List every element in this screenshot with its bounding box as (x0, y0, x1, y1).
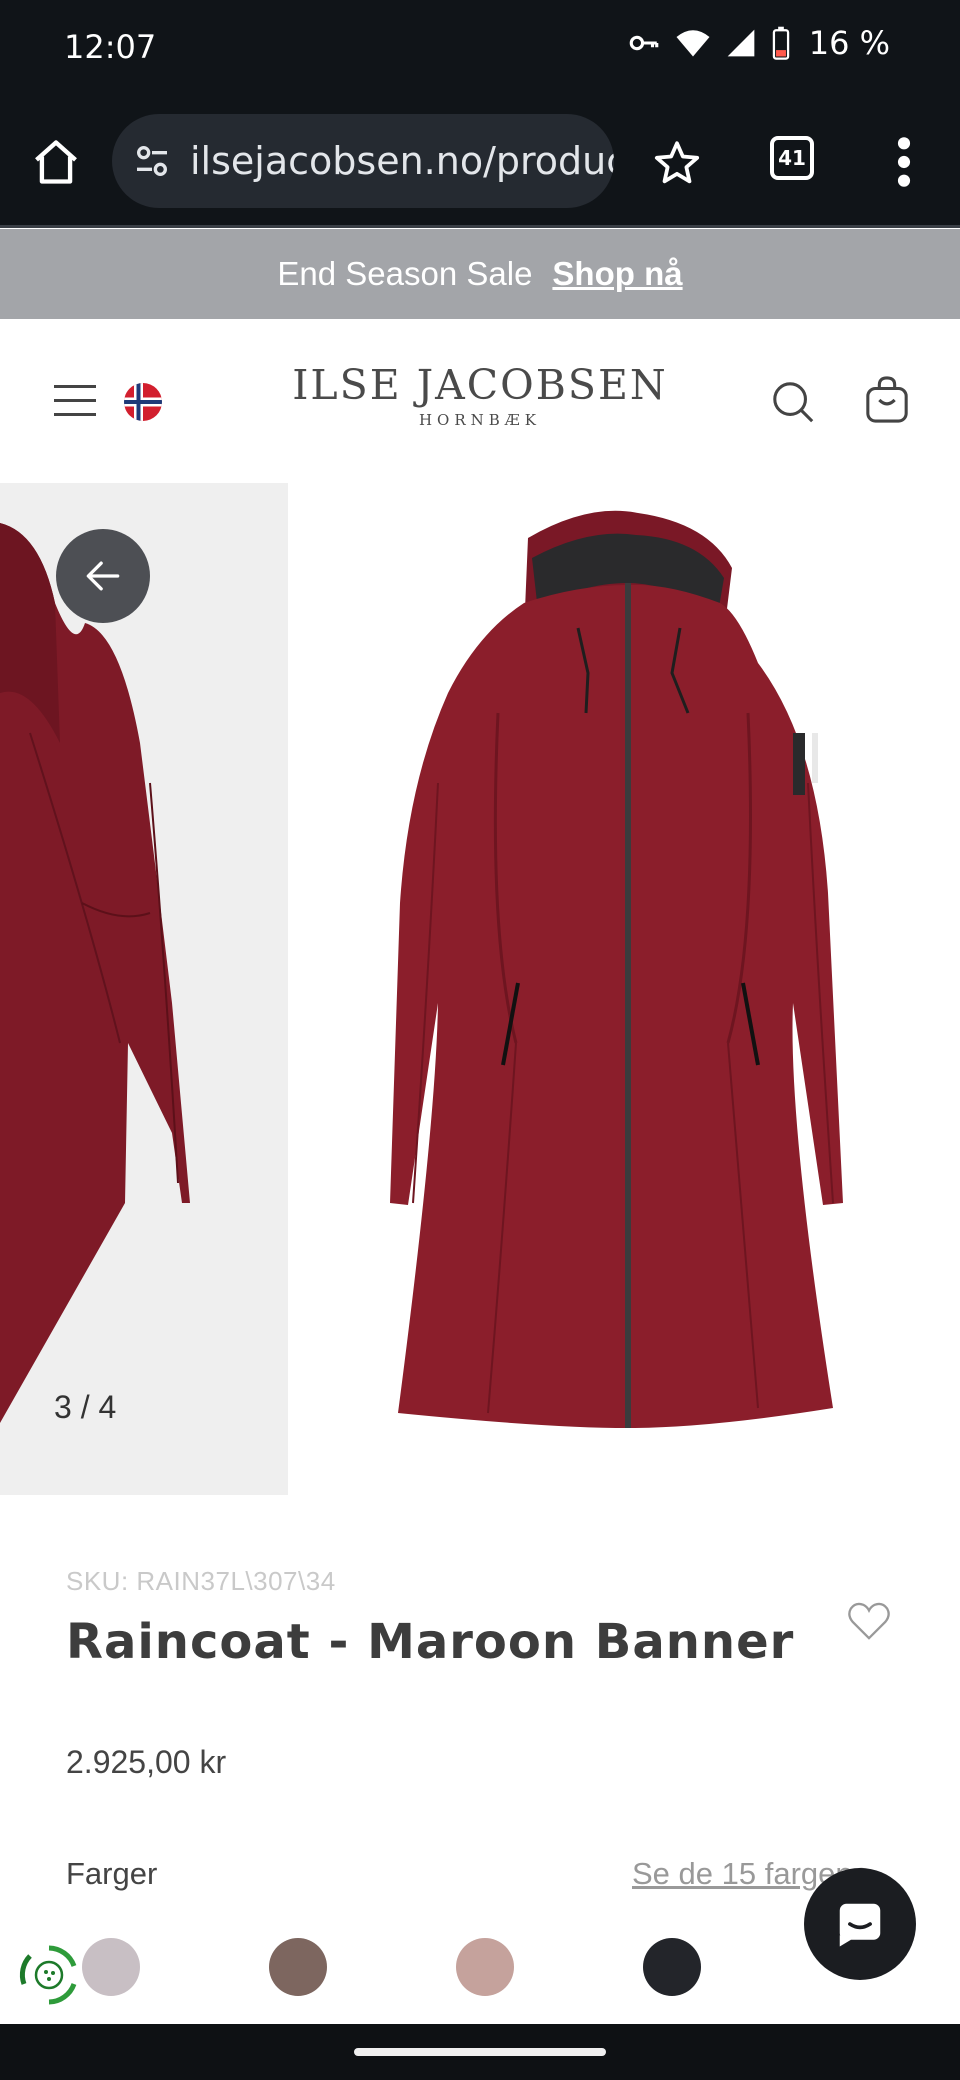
wifi-icon (676, 30, 710, 57)
heart-icon[interactable] (846, 1600, 892, 1642)
eco-badge-icon[interactable] (16, 1942, 82, 2008)
site-settings-icon[interactable] (132, 141, 172, 181)
promo-banner: End Season Sale Shop nå (0, 229, 960, 319)
chat-icon (839, 1903, 881, 1947)
address-bar[interactable]: ilsejacobsen.no/product (112, 114, 614, 208)
promo-shop-link[interactable]: Shop nå (552, 255, 682, 293)
promo-text: End Season Sale (277, 255, 533, 292)
tabs-icon[interactable]: 41 (770, 136, 814, 180)
color-swatch[interactable] (269, 1938, 327, 1996)
color-swatch[interactable] (82, 1938, 140, 1996)
menu-icon[interactable] (54, 385, 96, 417)
battery-percent: 16 % (808, 24, 890, 62)
signal-icon (727, 29, 755, 57)
key-icon (629, 35, 659, 51)
back-button[interactable] (56, 529, 150, 623)
colors-label: Farger (66, 1856, 158, 1891)
site-header: ILSE JACOBSEN HORNBÆK (0, 319, 960, 483)
norway-flag-icon[interactable] (124, 383, 162, 421)
battery-low-icon (772, 26, 789, 60)
status-icons: 16 % (627, 24, 890, 62)
product-sku: SKU: RAIN37L\307\34 (66, 1566, 336, 1596)
star-icon[interactable] (652, 138, 702, 188)
system-nav-bar (0, 2024, 960, 2080)
chat-button[interactable] (804, 1868, 916, 1980)
more-vert-icon[interactable] (888, 134, 920, 190)
slide-counter: 3 / 4 (54, 1389, 117, 1425)
arrow-left-icon (86, 561, 120, 591)
status-bar: 12:07 16 % (0, 0, 960, 96)
gallery-current-slide[interactable] (288, 483, 960, 1495)
brand-name: ILSE JACOBSEN (292, 361, 668, 409)
raincoat-image (390, 510, 843, 1428)
home-icon[interactable] (30, 136, 82, 188)
browser-toolbar: ilsejacobsen.no/product 41 (0, 96, 960, 228)
status-time: 12:07 (64, 28, 157, 66)
color-swatch[interactable] (456, 1938, 514, 1996)
tab-count: 41 (778, 146, 806, 170)
coat-side-image (0, 523, 190, 1423)
product-gallery[interactable]: 3 / 4 (0, 483, 960, 1495)
product-title: Raincoat - Maroon Banner (66, 1614, 795, 1670)
brand-subtitle: HORNBÆK (418, 411, 542, 429)
gallery-previous-slide[interactable]: 3 / 4 (0, 483, 288, 1495)
search-icon[interactable] (770, 379, 816, 425)
cart-icon[interactable] (864, 375, 910, 425)
product-price: 2.925,00 kr (66, 1744, 227, 1780)
url-text: ilsejacobsen.no/product (190, 139, 614, 183)
gesture-handle[interactable] (354, 2048, 606, 2056)
brand-logo[interactable]: ILSE JACOBSEN HORNBÆK (280, 361, 680, 429)
color-swatch[interactable] (643, 1938, 701, 1996)
